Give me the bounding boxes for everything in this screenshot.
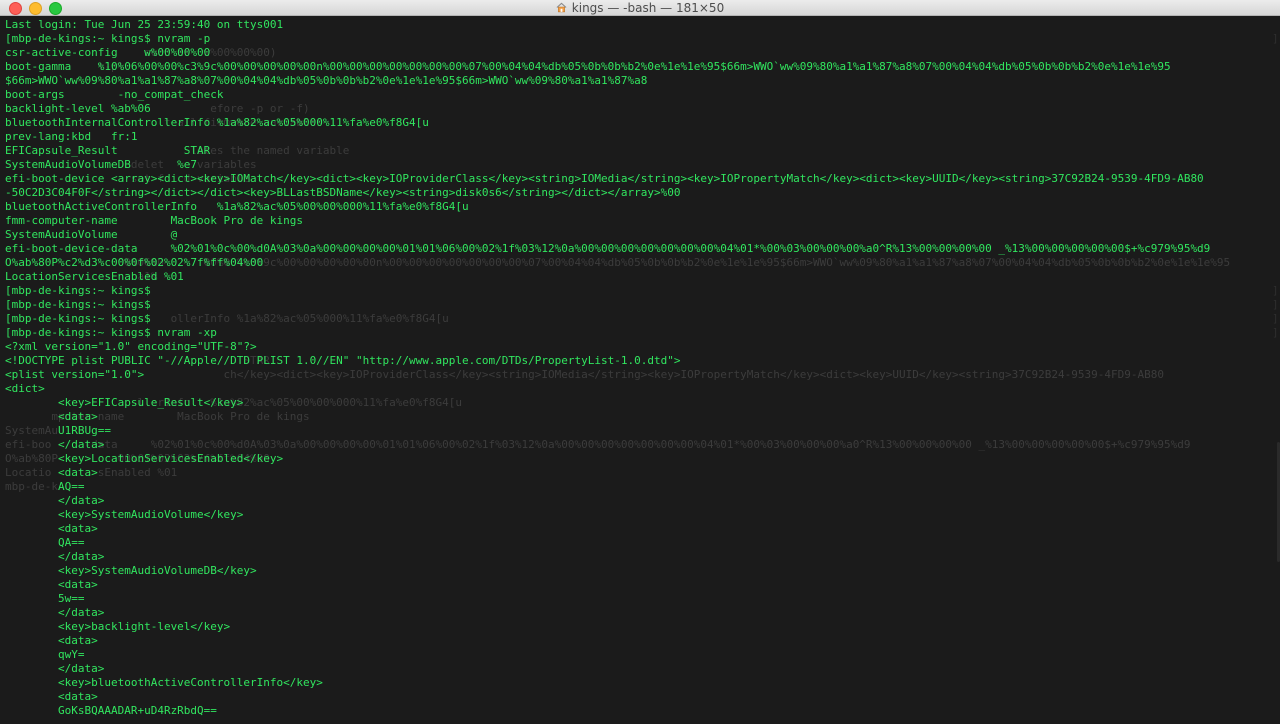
terminal-line: QA==: [5, 536, 85, 549]
terminal-line: <key>bluetoothActiveControllerInfo</key>: [5, 676, 323, 689]
terminal-line: GoKsBQAAADAR+uD4RzRbdQ==: [5, 704, 217, 717]
terminal-line: csr-active-config w%00%00%00: [5, 46, 211, 59]
terminal-line: -50C2D3C04F0F</string></dict></dict><key…: [5, 186, 681, 199]
line-marker-bracket: ]: [1272, 298, 1279, 311]
line-marker-bracket: ]: [1272, 326, 1279, 339]
terminal-line: [mbp-de-kings:~ kings$ nvram -p: [5, 32, 211, 45]
terminal-line: <data>: [5, 410, 98, 423]
line-marker-bracket: ]: [1272, 32, 1279, 45]
terminal-line: boot-gamma %10%06%00%00%c3%9c%00%00%00%0…: [5, 60, 1171, 73]
terminal-line: <key>backlight-level</key>: [5, 620, 231, 633]
ghost-line: ch</key><dict><key>IOProviderClass</key>…: [5, 368, 1164, 381]
terminal-line: bluetoothInternalControllerInfo %1a%82%a…: [5, 116, 429, 129]
terminal-line: </data>: [5, 606, 105, 619]
terminal-line: SystemAudioVolume @: [5, 228, 178, 241]
window-title: kings — -bash — 181×50: [0, 0, 1280, 15]
terminal-line: <key>SystemAudioVolume</key>: [5, 508, 244, 521]
terminal-line: boot-args -no_compat_check: [5, 88, 224, 101]
terminal-line: [mbp-de-kings:~ kings$: [5, 284, 151, 297]
terminal-line: fmm-computer-name MacBook Pro de kings: [5, 214, 304, 227]
terminal-line: $66m>WWO`ww%09%80%a1%a1%87%a8%07%00%04%0…: [5, 74, 648, 87]
terminal-line: prev-lang:kbd fr:1: [5, 130, 138, 143]
terminal-line: O%ab%80P%c2%d3%c00%0f%02%02%7f%ff%04%00: [5, 256, 264, 269]
terminal-line: 5w==: [5, 592, 85, 605]
terminal-line: AQ==: [5, 480, 85, 493]
terminal-line: </data>: [5, 438, 105, 451]
line-marker-bracket: ]: [1272, 312, 1279, 325]
line-marker-bracket: ]: [1272, 284, 1279, 297]
terminal-line: bluetoothActiveControllerInfo %1a%82%ac%…: [5, 200, 469, 213]
terminal-line: qwY=: [5, 648, 85, 661]
terminal-line: <data>: [5, 522, 98, 535]
terminal-line: <?xml version="1.0" encoding="UTF-8"?>: [5, 340, 257, 353]
terminal-line: SystemAudioVolumeDB %e7: [5, 158, 198, 171]
title-bar[interactable]: kings — -bash — 181×50: [0, 0, 1280, 16]
terminal-line: efi-boot-device <array><dict><key>IOMatc…: [5, 172, 1204, 185]
terminal-line: [mbp-de-kings:~ kings$ nvram -xp: [5, 326, 217, 339]
terminal-line: LocationServicesEnabled %01: [5, 270, 184, 283]
terminal-line: U1RBUg==: [5, 424, 111, 437]
terminal-line: EFICapsule_Result STAR: [5, 144, 211, 157]
terminal-line: </data>: [5, 550, 105, 563]
terminal-output[interactable]: such as w%00%00%00) t-pl efore -p or -f)…: [0, 16, 1280, 724]
terminal-line: <!DOCTYPE plist PUBLIC "-//Apple//DTD PL…: [5, 354, 681, 367]
window-title-text: kings — -bash — 181×50: [571, 0, 725, 15]
terminal-line: Last login: Tue Jun 25 23:59:40 on ttys0…: [5, 18, 284, 31]
terminal-line: <key>SystemAudioVolumeDB</key>: [5, 564, 257, 577]
terminal-line: [mbp-de-kings:~ kings$: [5, 312, 151, 325]
terminal-line: <data>: [5, 466, 98, 479]
terminal-line: [mbp-de-kings:~ kings$: [5, 298, 151, 311]
terminal-line: <data>: [5, 690, 98, 703]
home-folder-icon: [556, 2, 567, 13]
terminal-line: efi-boot-device-data %02%01%0c%00%d0A%03…: [5, 242, 1211, 255]
terminal-line: <key>LocationServicesEnabled</key>: [5, 452, 284, 465]
terminal-line: <data>: [5, 634, 98, 647]
terminal-line: <data>: [5, 578, 98, 591]
terminal-line: </data>: [5, 662, 105, 675]
ghost-line: efi-boo -data %02%01%0c%00%d0A%03%0a%00%…: [5, 438, 1191, 451]
terminal-line: backlight-level %ab%06: [5, 102, 151, 115]
terminal-line: <plist version="1.0">: [5, 368, 145, 381]
terminal-line: <key>EFICapsule_Result</key>: [5, 396, 244, 409]
terminal-line: </data>: [5, 494, 105, 507]
terminal-line: <dict>: [5, 382, 45, 395]
